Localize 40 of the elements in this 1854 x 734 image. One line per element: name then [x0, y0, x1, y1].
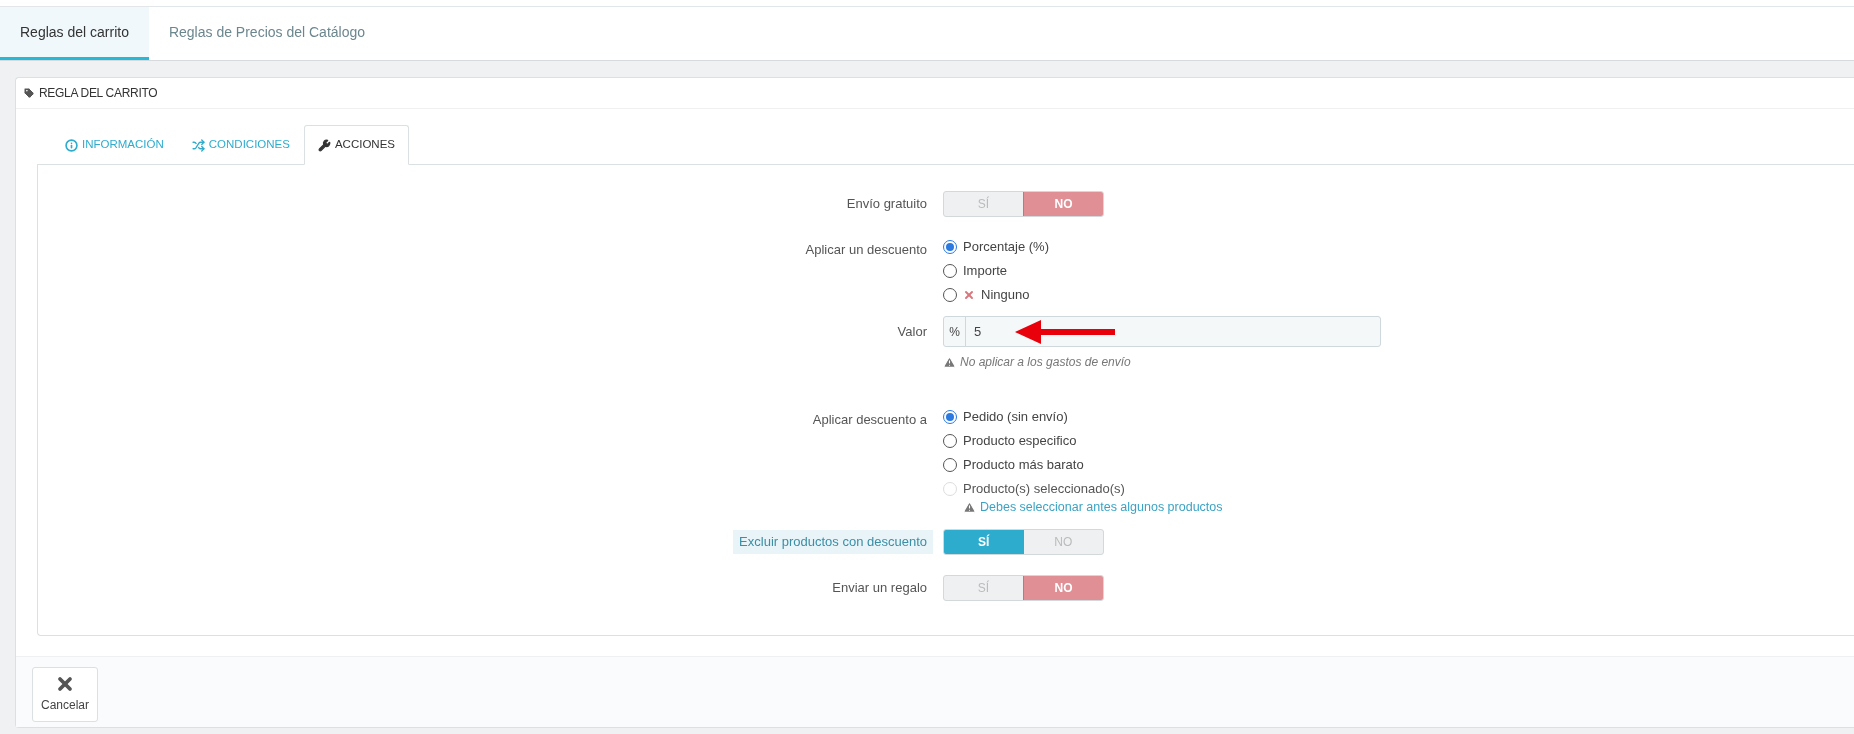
radio-label[interactable]: Producto especifico	[963, 430, 1077, 451]
shuffle-icon	[191, 138, 205, 152]
section-tab[interactable]: CONDICIONES	[177, 125, 304, 165]
input-value: 5	[973, 322, 983, 341]
field-label: Excluir productos con descuento	[733, 530, 933, 554]
field-label: Envío gratuito	[845, 195, 928, 214]
radio-button[interactable]	[943, 263, 957, 278]
radio-label[interactable]: Ninguno	[981, 284, 1030, 305]
wrench-icon	[317, 138, 331, 152]
warning-icon	[963, 500, 976, 514]
hint-text: No aplicar a los gastos de envío	[960, 354, 1131, 371]
radio-button[interactable]	[943, 457, 957, 472]
cancel-button[interactable]: Cancelar	[32, 666, 98, 722]
switch-no-option[interactable]: NO	[1023, 575, 1103, 600]
radio-button[interactable]	[943, 239, 957, 254]
tag-icon	[23, 87, 35, 99]
radio-label[interactable]: Pedido (sin envío)	[963, 406, 1068, 427]
section-tab[interactable]: ACCIONES	[303, 125, 409, 165]
percent-addon: %	[944, 317, 966, 346]
panel-title: REGLA DEL CARRITO	[39, 85, 158, 102]
radio-button[interactable]	[943, 287, 957, 302]
field-label: Aplicar descuento a	[811, 411, 928, 429]
warning-icon	[943, 355, 956, 369]
info-icon	[65, 138, 78, 152]
warning-text: Debes seleccionar antes algunos productos	[980, 499, 1223, 516]
value-input[interactable]: % 5	[943, 316, 1381, 347]
radio-label[interactable]: Importe	[963, 260, 1008, 281]
radio-label[interactable]: Porcentaje (%)	[963, 236, 1049, 257]
radio-button[interactable]	[943, 433, 957, 448]
field-label: Enviar un regalo	[831, 579, 928, 597]
switch-yes-option[interactable]: SÍ	[944, 529, 1024, 554]
switch-no-option[interactable]: NO	[1023, 192, 1103, 216]
page-tab[interactable]: Reglas de Precios del Catálogo	[148, 7, 386, 60]
field-label: Valor	[896, 322, 928, 341]
page-tab[interactable]: Reglas del carrito	[0, 7, 149, 60]
section-tab[interactable]: INFORMACIÓN	[51, 125, 178, 165]
radio-label[interactable]: Producto más barato	[963, 454, 1084, 475]
radio-button[interactable]	[943, 409, 957, 424]
remove-icon	[963, 288, 975, 301]
field-label: Aplicar un descuento	[804, 241, 928, 259]
